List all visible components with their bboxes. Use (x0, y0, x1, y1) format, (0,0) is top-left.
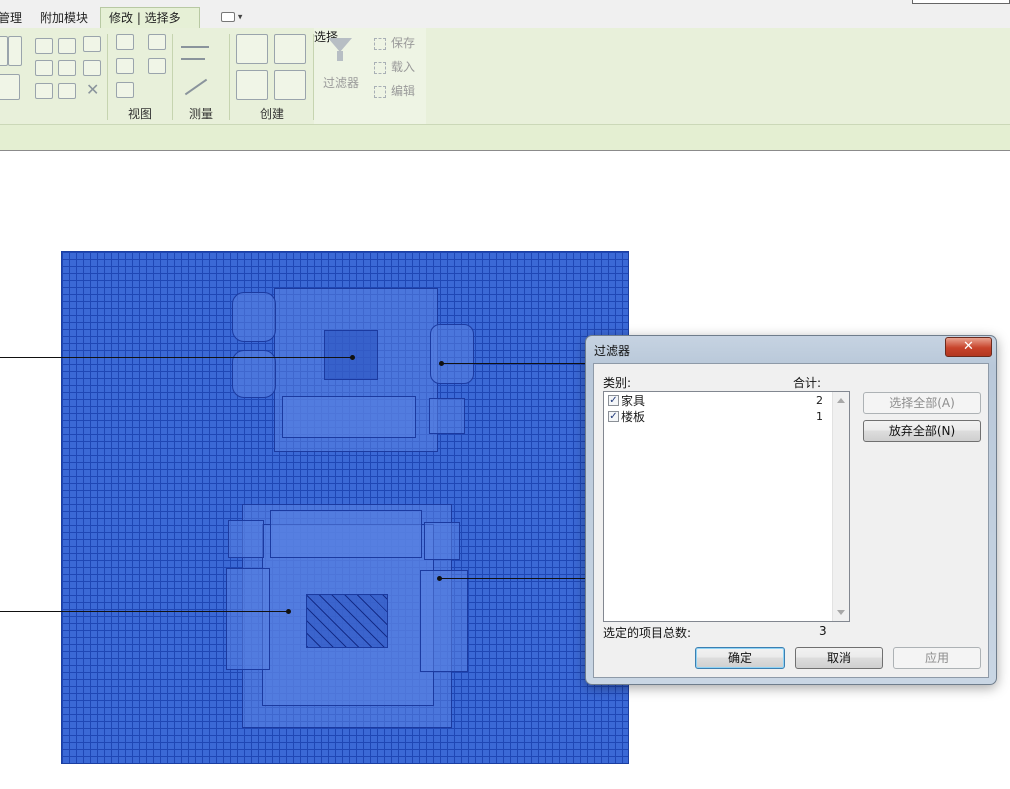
panel-measure: 测量 (173, 28, 229, 124)
category-list[interactable]: ✓ 家具 2 ✓ 楼板 1 (603, 391, 850, 622)
load-selection-button[interactable]: 载入 (374, 58, 415, 76)
ribbon-tab-strip: 管理 附加模块 修改 | 选择多个 ▾ (0, 0, 1010, 45)
category-count: 1 (816, 410, 823, 423)
filter-dialog: 过滤器 ✕ 类别: 合计: ✓ 家具 2 ✓ 楼板 1 选择全部(A) 放弃全部… (585, 335, 997, 685)
edit-selection-button[interactable]: 编辑 (374, 82, 415, 100)
align-tool-icon[interactable] (0, 74, 20, 100)
coffee-table-lower[interactable] (306, 594, 388, 648)
panel-toggle-dropdown[interactable]: ▾ (221, 12, 242, 23)
dimension-line-icon[interactable] (181, 58, 205, 60)
armchair-upper-1[interactable] (232, 292, 276, 342)
scale-icon[interactable] (58, 60, 76, 76)
panel-measure-label: 测量 (188, 107, 213, 121)
total-selected-value: 3 (819, 624, 827, 638)
side-table-lower-right[interactable] (424, 522, 460, 560)
leader-dot-lower (286, 609, 291, 614)
hide-element-icon[interactable] (116, 34, 134, 50)
sofa-lower[interactable] (270, 510, 422, 558)
leader-dot-upper-right (439, 361, 444, 366)
checkmark-icon[interactable]: ✓ (608, 411, 619, 422)
filter-button[interactable]: 过滤器 (318, 32, 359, 104)
delete-icon[interactable]: ✕ (86, 82, 104, 98)
save-selection-label: 保存 (391, 36, 416, 50)
mirror-icon[interactable] (58, 38, 76, 54)
create-similar-icon[interactable] (274, 70, 306, 100)
close-icon[interactable]: ✕ (945, 337, 992, 357)
side-table-lower-left[interactable] (228, 520, 264, 558)
cancel-button[interactable]: 取消 (795, 647, 883, 669)
dialog-title: 过滤器 (594, 344, 631, 358)
side-table-upper[interactable] (429, 398, 465, 434)
sofa-lower-left[interactable] (226, 568, 270, 670)
create-group-icon[interactable] (236, 70, 268, 100)
sofa-upper[interactable] (282, 396, 416, 438)
ribbon: ✕ 视图 测量 创建 过滤器 保存 载入 编辑 选择 (0, 28, 1010, 124)
array-icon[interactable] (35, 60, 53, 76)
ok-button[interactable]: 确定 (695, 647, 785, 669)
panel-modify: ✕ (0, 28, 107, 124)
options-bar (0, 124, 1010, 151)
category-name: 家具 (621, 394, 646, 408)
lounge-chair-upper[interactable] (430, 324, 474, 384)
paint-tool-icon[interactable] (8, 36, 22, 66)
leader-dot-lower-right (437, 576, 442, 581)
extend-icon[interactable] (58, 83, 76, 99)
tab-manage[interactable]: 管理 (0, 8, 22, 28)
measure-distance-icon[interactable] (181, 46, 209, 48)
list-scrollbar[interactable] (832, 392, 849, 621)
floor-selection[interactable] (61, 251, 629, 764)
leader-line-lower (0, 611, 288, 612)
modify-tool-icon[interactable] (0, 36, 8, 66)
panel-create-label: 创建 (259, 107, 284, 121)
panel-toggle-icon (221, 12, 235, 22)
leader-dot-upper (350, 355, 355, 360)
category-count: 2 (816, 394, 823, 407)
save-selection-button[interactable]: 保存 (374, 34, 415, 52)
pin-icon[interactable] (83, 60, 101, 76)
dialog-body: 类别: 合计: ✓ 家具 2 ✓ 楼板 1 选择全部(A) 放弃全部(N) 选定… (593, 363, 989, 678)
linework-icon[interactable] (116, 58, 134, 74)
filter-button-label: 过滤器 (322, 76, 359, 90)
edit-selection-icon (374, 85, 386, 98)
checkmark-icon[interactable]: ✓ (608, 395, 619, 406)
total-selected-label: 选定的项目总数: (603, 626, 692, 640)
funnel-icon (328, 38, 352, 52)
split-icon[interactable] (83, 36, 101, 52)
scroll-up-icon[interactable] (837, 398, 845, 403)
leader-line-lower-right (440, 578, 585, 579)
offset-icon[interactable] (35, 38, 53, 54)
tab-modify-select-multiple[interactable]: 修改 | 选择多个 (100, 7, 200, 45)
load-selection-label: 载入 (391, 60, 416, 74)
category-header: 类别: (603, 376, 632, 390)
create-assembly-icon[interactable] (236, 34, 268, 64)
leader-line-upper (0, 357, 352, 358)
panel-view-label: 视图 (127, 107, 152, 121)
panel-view: 视图 (108, 28, 172, 124)
total-header: 合计: (793, 376, 822, 390)
apply-button[interactable]: 应用 (893, 647, 981, 669)
trim-icon[interactable] (35, 83, 53, 99)
load-selection-icon (374, 61, 386, 74)
temporary-hide-icon[interactable] (116, 82, 134, 98)
leader-line-upper-right (442, 363, 585, 364)
category-name: 楼板 (621, 410, 646, 424)
aligned-dimension-icon[interactable] (184, 78, 208, 96)
list-item[interactable]: ✓ 家具 2 (608, 393, 823, 409)
select-all-button[interactable]: 选择全部(A) (863, 392, 981, 414)
deselect-all-button[interactable]: 放弃全部(N) (863, 420, 981, 442)
funnel-stem (337, 51, 343, 61)
panel-create: 创建 (230, 28, 314, 124)
cut-profile-icon[interactable] (148, 58, 166, 74)
override-graphics-icon[interactable] (148, 34, 166, 50)
tab-addins[interactable]: 附加模块 (40, 8, 88, 28)
sofa-lower-right[interactable] (420, 570, 468, 672)
save-selection-icon (374, 37, 386, 50)
edit-selection-label: 编辑 (391, 84, 416, 98)
create-parts-icon[interactable] (274, 34, 306, 64)
panel-selection: 过滤器 保存 载入 编辑 选择 (314, 28, 426, 124)
title-corner-box (912, 0, 1010, 4)
list-item[interactable]: ✓ 楼板 1 (608, 409, 823, 425)
scroll-down-icon[interactable] (837, 610, 845, 615)
